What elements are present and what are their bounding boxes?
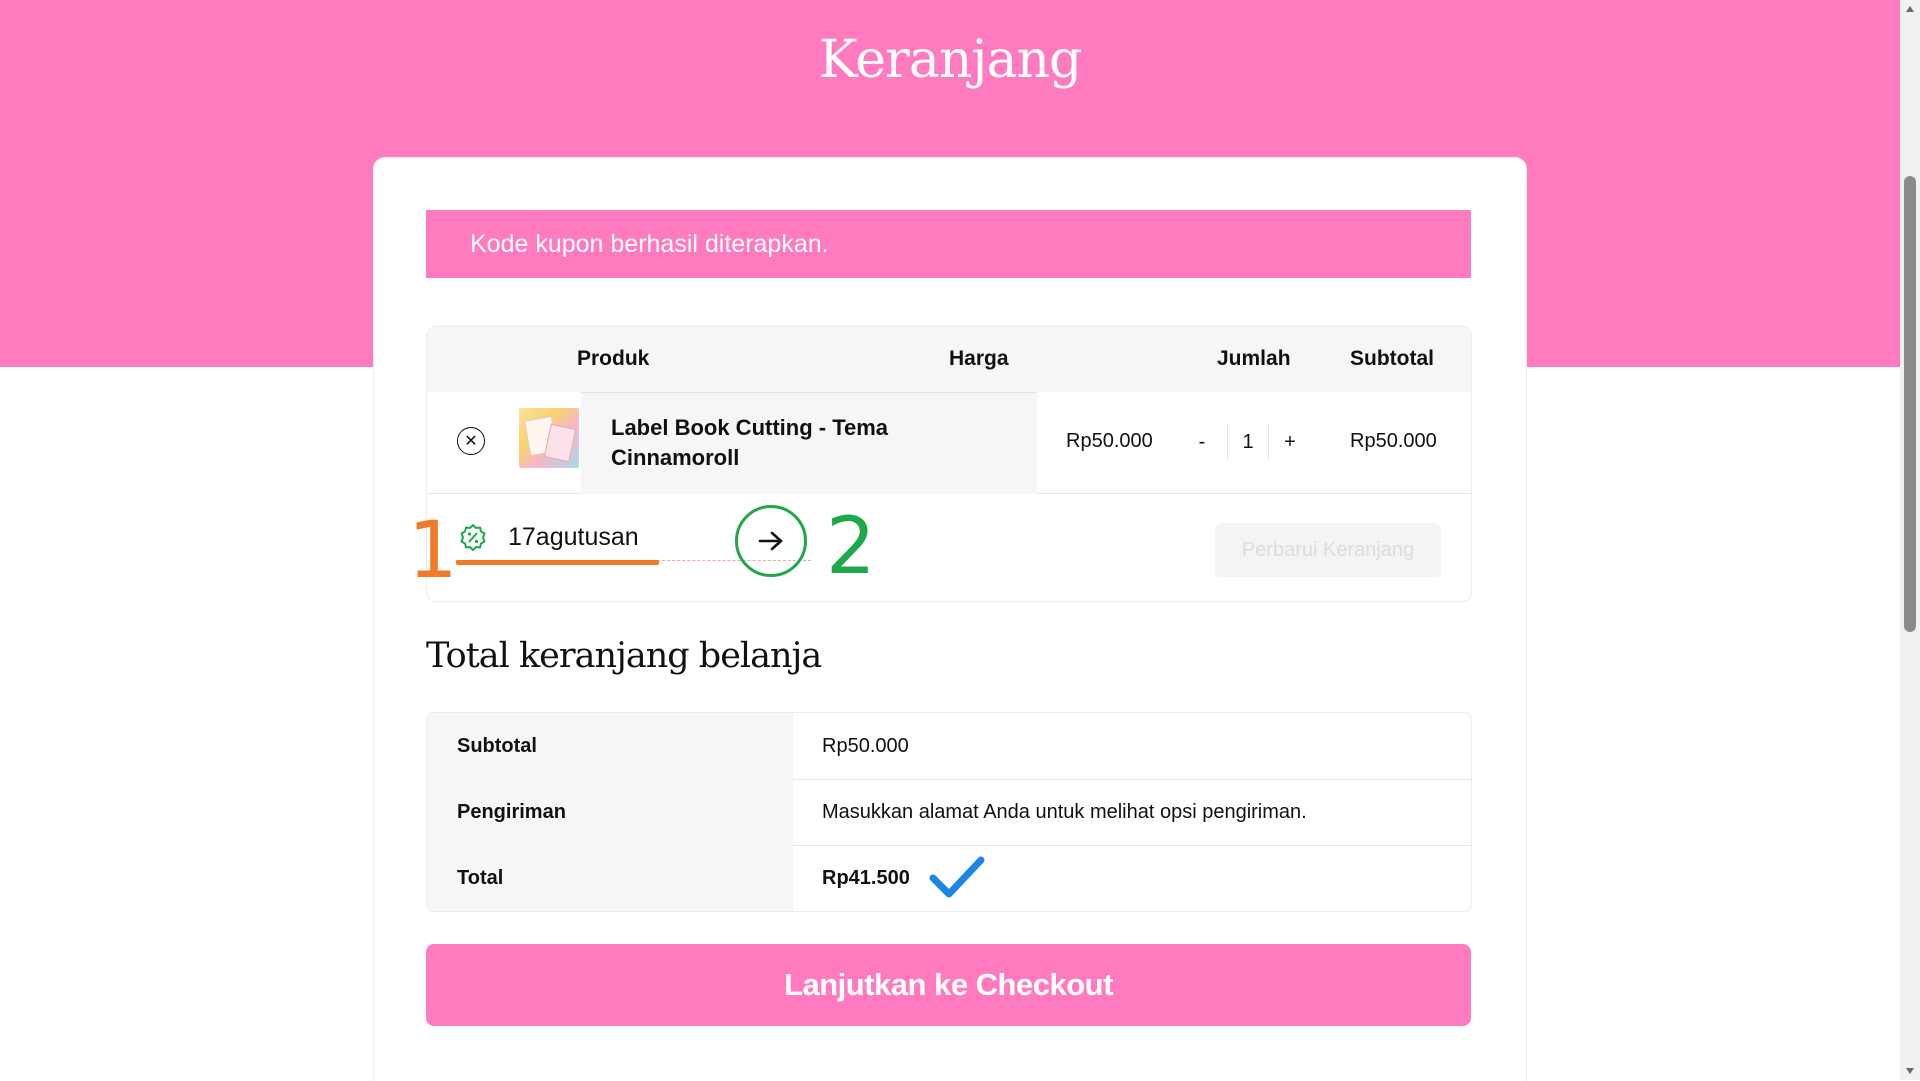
quantity-value[interactable]: 1: [1227, 424, 1269, 460]
annotation-marker-2: 2: [826, 502, 876, 592]
header-price: Harga: [949, 347, 1009, 370]
table-header: Produk Harga Jumlah Subtotal: [427, 327, 1471, 392]
vertical-scrollbar[interactable]: [1900, 0, 1920, 1080]
header-product: Produk: [577, 347, 650, 370]
totals-value: Rp41.500: [822, 867, 910, 889]
cart-card: [373, 157, 1527, 1081]
close-circle-icon[interactable]: ✕: [457, 427, 485, 455]
notice-message: Kode kupon berhasil diterapkan.: [470, 229, 829, 258]
scroll-down-icon[interactable]: [1900, 1062, 1920, 1080]
totals-label: Total: [427, 845, 793, 911]
product-thumbnail[interactable]: [519, 408, 579, 468]
cart-table: Produk Harga Jumlah Subtotal ✕ Label Boo…: [426, 326, 1472, 602]
arrow-right-icon: [758, 531, 783, 551]
header-subtotal: Subtotal: [1350, 347, 1434, 370]
discount-badge-icon: [460, 524, 486, 551]
item-subtotal: Rp50.000: [1350, 430, 1437, 452]
checkmark-icon: [929, 856, 985, 898]
quantity-decrease-button[interactable]: -: [1187, 424, 1217, 460]
coupon-input[interactable]: [508, 519, 728, 555]
coupon-row: Perbarui Keranjang: [427, 493, 1471, 601]
totals-title: Total keranjang belanja: [426, 636, 822, 676]
totals-label: Subtotal: [427, 713, 793, 779]
scrollbar-thumb[interactable]: [1904, 176, 1916, 632]
totals-label: Pengiriman: [427, 779, 793, 845]
item-price: Rp50.000: [1066, 430, 1153, 452]
totals-value: Rp50.000: [822, 735, 909, 757]
totals-row-shipping: Pengiriman Masukkan alamat Anda untuk me…: [427, 779, 1471, 846]
coupon-success-notice: Kode kupon berhasil diterapkan.: [426, 210, 1471, 278]
product-name-link[interactable]: Label Book Cutting - Tema Cinnamoroll: [611, 413, 1011, 473]
update-cart-button[interactable]: Perbarui Keranjang: [1215, 523, 1441, 577]
annotation-underline-1: [456, 560, 659, 565]
totals-row-subtotal: Subtotal Rp50.000: [427, 713, 1471, 780]
product-name-cell: Label Book Cutting - Tema Cinnamoroll: [581, 392, 1037, 494]
totals-row-total: Total Rp41.500: [427, 845, 1471, 911]
header-quantity: Jumlah: [1217, 347, 1291, 370]
scroll-up-icon[interactable]: [1900, 0, 1920, 18]
page-title: Keranjang: [818, 30, 1082, 90]
apply-coupon-button[interactable]: [735, 505, 807, 577]
cart-totals-table: Subtotal Rp50.000 Pengiriman Masukkan al…: [426, 712, 1472, 912]
table-row: ✕ Label Book Cutting - Tema Cinnamoroll …: [427, 392, 1471, 494]
quantity-stepper: - 1 +: [1187, 424, 1307, 460]
quantity-increase-button[interactable]: +: [1275, 424, 1305, 460]
annotation-marker-1: 1: [408, 506, 458, 596]
totals-value: Masukkan alamat Anda untuk melihat opsi …: [822, 801, 1307, 823]
checkout-button[interactable]: Lanjutkan ke Checkout: [426, 944, 1471, 1026]
